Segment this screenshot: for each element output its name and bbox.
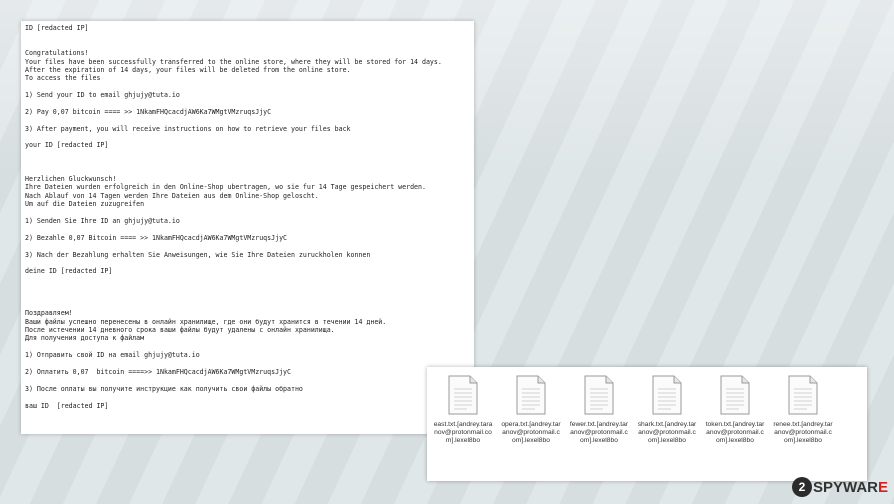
- note-line: Your files have been successfully transf…: [25, 57, 442, 66]
- note-line: ID [redacted IP]: [25, 24, 89, 32]
- note-line: [25, 393, 470, 401]
- watermark-logo: 2 SPYWAR E: [791, 476, 888, 498]
- note-line: To access the files: [25, 74, 101, 83]
- file-item[interactable]: fewer.txt.[andrey.taranov@protonmail.com…: [569, 375, 629, 445]
- note-line: Herzlichen Gluckwunsch!: [25, 175, 117, 184]
- note-line: 3) After payment, you will receive instr…: [25, 124, 351, 133]
- logo-text-accent: E: [877, 478, 888, 496]
- note-line: После истечении 14 дневного срока ваши ф…: [25, 326, 335, 335]
- text-file-icon: [515, 375, 547, 415]
- note-line: [25, 158, 470, 166]
- note-line: your ID [redacted IP]: [25, 141, 109, 150]
- note-line: Nach Ablauf von 14 Tagen werden Ihre Dat…: [25, 191, 319, 200]
- note-line: [25, 116, 470, 124]
- note-line: [25, 284, 470, 292]
- file-name: shark.txt.[andrey.taranov@protonmail.com…: [637, 421, 697, 444]
- file-item[interactable]: east.txt.[andrey.taranov@protonmail.com]…: [433, 375, 493, 445]
- note-line: [25, 32, 470, 40]
- note-line: [25, 209, 470, 217]
- note-line: [25, 242, 470, 250]
- note-line: [25, 133, 470, 141]
- file-name: east.txt.[andrey.taranov@protonmail.com]…: [433, 421, 493, 444]
- note-line: 2) Pay 0,07 bitcoin ==== >> 1NkamFHQcacd…: [25, 107, 272, 116]
- file-name: token.txt.[andrey.taranov@protonmail.com…: [705, 421, 765, 444]
- note-line: 3) Nach der Bezahlung erhalten Sie Anwei…: [25, 250, 371, 259]
- note-line: [25, 100, 470, 108]
- note-line: [25, 259, 470, 267]
- note-line: Для получения доступа к файлам: [25, 334, 145, 343]
- note-line: ваш ID [redacted IP]: [25, 401, 109, 410]
- text-file-icon: [787, 375, 819, 415]
- note-line: [25, 376, 470, 384]
- logo-mark: 2: [791, 477, 812, 497]
- file-item[interactable]: token.txt.[andrey.taranov@protonmail.com…: [705, 375, 765, 445]
- note-line: Поздравляем!: [25, 309, 73, 318]
- text-file-icon: [651, 375, 683, 415]
- note-line: [25, 83, 470, 91]
- note-line: [25, 301, 470, 309]
- note-line: Congratulations!: [25, 49, 89, 58]
- note-line: deine ID [redacted IP]: [25, 267, 113, 276]
- file-item[interactable]: shark.txt.[andrey.taranov@protonmail.com…: [637, 375, 697, 445]
- note-line: 1) Send your ID to email ghjujy@tuta.io: [25, 91, 180, 100]
- note-line: Ihre Dateien wurden erfolgreich in den O…: [25, 183, 426, 192]
- text-file-icon: [719, 375, 751, 415]
- file-item[interactable]: opera.txt.[andrey.taranov@protonmail.com…: [501, 375, 561, 445]
- note-line: Ваши файлы успешно перенесены в онлайн х…: [25, 317, 387, 326]
- logo-text: SPYWAR: [812, 478, 878, 496]
- ransom-note-window: ID [redacted IP] Congratulations! Your fil…: [21, 21, 474, 434]
- note-line: [25, 343, 470, 351]
- note-line: 3) После оплаты вы получите инструкцие к…: [25, 384, 303, 393]
- file-item[interactable]: renee.txt.[andrey.taranov@protonmail.com…: [773, 375, 833, 445]
- note-line: After the expiration of 14 days, your fi…: [25, 65, 351, 74]
- note-line: 2) Bezahle 0,07 Bitcoin ==== >> 1NkamFHQ…: [25, 233, 288, 242]
- note-line: 1) Отправить свой ID на email ghjujy@tut…: [25, 351, 200, 360]
- note-line: [25, 167, 470, 175]
- ransom-note-text: ID [redacted IP] Congratulations! Your fil…: [25, 24, 470, 410]
- file-name: fewer.txt.[andrey.taranov@protonmail.com…: [569, 421, 629, 444]
- note-line: 1) Senden Sie Ihre ID an ghjujy@tuta.io: [25, 216, 180, 225]
- note-line: Um auf die Dateien zuzugreifen: [25, 200, 145, 209]
- note-line: [25, 41, 470, 49]
- file-name: renee.txt.[andrey.taranov@protonmail.com…: [773, 421, 833, 444]
- encrypted-files-panel: east.txt.[andrey.taranov@protonmail.com]…: [427, 367, 867, 481]
- note-line: [25, 360, 470, 368]
- file-name: opera.txt.[andrey.taranov@protonmail.com…: [501, 421, 561, 444]
- note-line: [25, 150, 470, 158]
- note-line: [25, 293, 470, 301]
- text-file-icon: [447, 375, 479, 415]
- note-line: [25, 276, 470, 284]
- note-line: [25, 225, 470, 233]
- text-file-icon: [583, 375, 615, 415]
- note-line: 2) Оплатить 0,07 bitcoin ====>> 1NkamFHQ…: [25, 368, 291, 377]
